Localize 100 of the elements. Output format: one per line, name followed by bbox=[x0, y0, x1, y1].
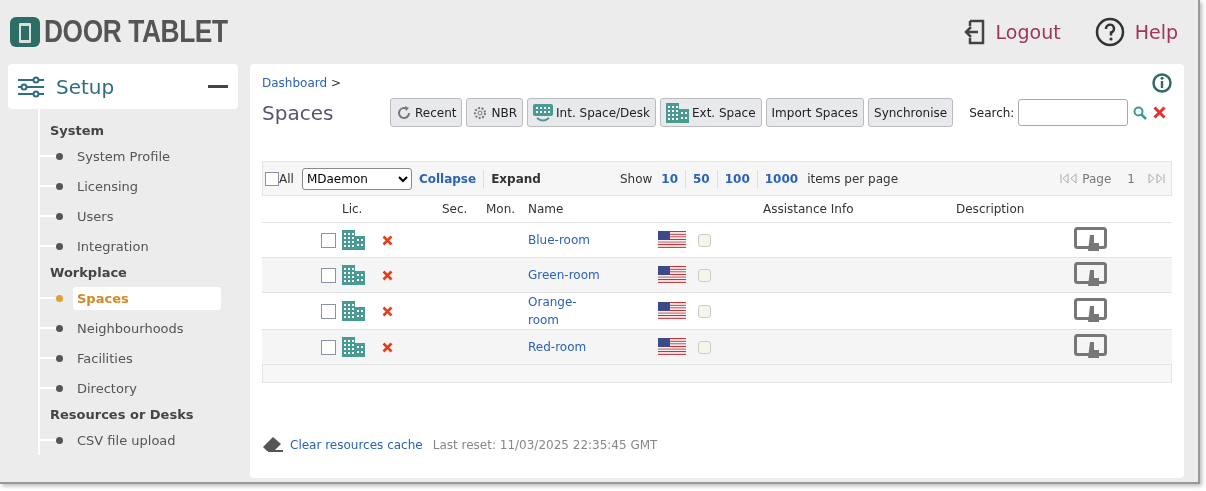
nav-item[interactable]: Neighbourhoods bbox=[73, 316, 221, 340]
building-icon bbox=[342, 301, 365, 321]
page-number: 1 bbox=[1127, 171, 1135, 186]
space-name-link[interactable]: Red-room bbox=[528, 338, 604, 356]
delete-icon[interactable] bbox=[382, 269, 393, 281]
link-label: Logout bbox=[995, 21, 1061, 43]
row-checkbox[interactable] bbox=[321, 267, 336, 283]
show-label: Show bbox=[619, 171, 653, 186]
previous-page-icon[interactable] bbox=[1069, 173, 1079, 184]
row-checkbox[interactable] bbox=[321, 232, 336, 248]
setup-panel-header[interactable]: Setup bbox=[8, 64, 238, 109]
page-size-link[interactable]: 10 bbox=[654, 171, 685, 186]
flag-icon bbox=[658, 231, 686, 249]
bullet-icon bbox=[56, 354, 63, 362]
nav-group-heading: Resources or Desks bbox=[49, 406, 195, 424]
flag-icon bbox=[658, 266, 686, 284]
logout-link[interactable]: Logout bbox=[961, 19, 1061, 45]
delete-icon[interactable] bbox=[382, 234, 393, 246]
search-icon[interactable] bbox=[1133, 105, 1148, 120]
mailserver-select[interactable]: MDaemon bbox=[301, 167, 412, 190]
help-link[interactable]: Help bbox=[1094, 17, 1178, 47]
bullet-icon bbox=[56, 436, 63, 444]
nav-item[interactable]: Licensing bbox=[73, 174, 221, 198]
column-header: Name bbox=[528, 202, 565, 216]
bullet-icon bbox=[56, 152, 63, 160]
row-option-checkbox[interactable] bbox=[698, 268, 711, 282]
clear-cache-link[interactable]: Clear resources cache bbox=[290, 438, 423, 452]
column-header: Mon. bbox=[486, 202, 517, 216]
setup-title: Setup bbox=[56, 74, 115, 99]
per-page-label: items per page bbox=[807, 171, 899, 186]
clear-icon[interactable] bbox=[1153, 106, 1167, 119]
building-icon bbox=[342, 337, 365, 357]
toolbar-button[interactable]: Ext. Space bbox=[659, 98, 762, 127]
toolbar-button[interactable]: Int. Space/Desk bbox=[527, 98, 656, 127]
page-title: Spaces bbox=[262, 100, 335, 125]
building-icon bbox=[342, 230, 365, 250]
nav-item[interactable]: Directory bbox=[73, 376, 221, 400]
delete-icon[interactable] bbox=[382, 305, 393, 317]
last-reset-text: Last reset: 11/03/2025 22:35:45 GMT bbox=[432, 438, 658, 452]
building-icon bbox=[342, 265, 365, 285]
sliders-icon bbox=[18, 75, 44, 98]
nav-item[interactable]: System Profile bbox=[73, 144, 221, 168]
touch-tablet-icon[interactable] bbox=[1074, 262, 1108, 288]
info-icon[interactable] bbox=[1152, 73, 1172, 93]
row-option-checkbox[interactable] bbox=[698, 304, 711, 318]
space-name-link[interactable]: Blue-room bbox=[528, 231, 604, 249]
page-size-link[interactable]: 100 bbox=[717, 171, 757, 186]
bullet-icon bbox=[56, 242, 63, 250]
desk-icon bbox=[533, 103, 554, 122]
toolbar-button[interactable]: Synchronise bbox=[868, 98, 954, 127]
flag-icon bbox=[658, 302, 686, 320]
nav-group-heading: System bbox=[49, 122, 106, 140]
last-page-icon[interactable] bbox=[1156, 173, 1165, 184]
nav-item[interactable]: Integration bbox=[73, 234, 221, 258]
bullet-icon bbox=[56, 384, 63, 392]
column-header: Sec. bbox=[442, 202, 469, 216]
nav-item[interactable]: Users bbox=[73, 204, 221, 228]
nav-group-heading: Workplace bbox=[49, 264, 128, 282]
delete-icon[interactable] bbox=[382, 341, 393, 353]
building-icon bbox=[665, 102, 689, 123]
touch-tablet-icon[interactable] bbox=[1074, 334, 1108, 360]
first-page-icon[interactable] bbox=[1060, 173, 1070, 184]
page-size-link[interactable]: 50 bbox=[686, 171, 717, 186]
logo-icon bbox=[10, 17, 40, 47]
help-icon bbox=[1094, 17, 1125, 47]
search-field[interactable] bbox=[1018, 99, 1129, 126]
column-header: Description bbox=[956, 202, 1026, 216]
space-name-link[interactable]: Orange-room bbox=[528, 293, 604, 329]
bullet-icon bbox=[56, 294, 63, 302]
breadcrumb-link[interactable]: Dashboard bbox=[262, 76, 328, 90]
row-option-checkbox[interactable] bbox=[698, 233, 711, 247]
touch-tablet-icon[interactable] bbox=[1074, 298, 1108, 324]
page-size-link[interactable]: 1000 bbox=[757, 171, 806, 186]
gear-icon bbox=[472, 104, 489, 121]
expand-link[interactable]: Expand bbox=[484, 171, 548, 186]
collapse-link[interactable]: Collapse bbox=[411, 171, 484, 186]
toolbar-button[interactable]: Import Spaces bbox=[765, 98, 864, 127]
toolbar-button[interactable]: Recent bbox=[390, 98, 463, 127]
column-header: Lic. bbox=[342, 202, 364, 216]
nav-item[interactable]: CSV file upload bbox=[73, 428, 221, 452]
flag-icon bbox=[658, 338, 686, 356]
bullet-icon bbox=[56, 182, 63, 190]
nav-item[interactable]: Facilities bbox=[73, 346, 221, 370]
space-name-link[interactable]: Green-room bbox=[528, 266, 604, 284]
link-label: Help bbox=[1134, 21, 1178, 43]
page-label: Page bbox=[1082, 171, 1112, 186]
logo-text: DOOR TABLET bbox=[44, 14, 228, 50]
row-option-checkbox[interactable] bbox=[698, 340, 711, 354]
select-all-label: All bbox=[279, 171, 294, 186]
bullet-icon bbox=[56, 212, 63, 220]
row-checkbox[interactable] bbox=[321, 339, 336, 355]
touch-tablet-icon[interactable] bbox=[1074, 227, 1108, 253]
column-header: Assistance Info bbox=[763, 202, 855, 216]
breadcrumb-separator: > bbox=[331, 76, 342, 90]
eraser-icon bbox=[262, 436, 284, 454]
select-all-checkbox[interactable] bbox=[265, 171, 279, 186]
bullet-icon bbox=[56, 324, 63, 332]
toolbar-button[interactable]: NBR bbox=[466, 98, 524, 127]
row-checkbox[interactable] bbox=[321, 303, 336, 319]
next-page-icon[interactable] bbox=[1147, 173, 1156, 184]
